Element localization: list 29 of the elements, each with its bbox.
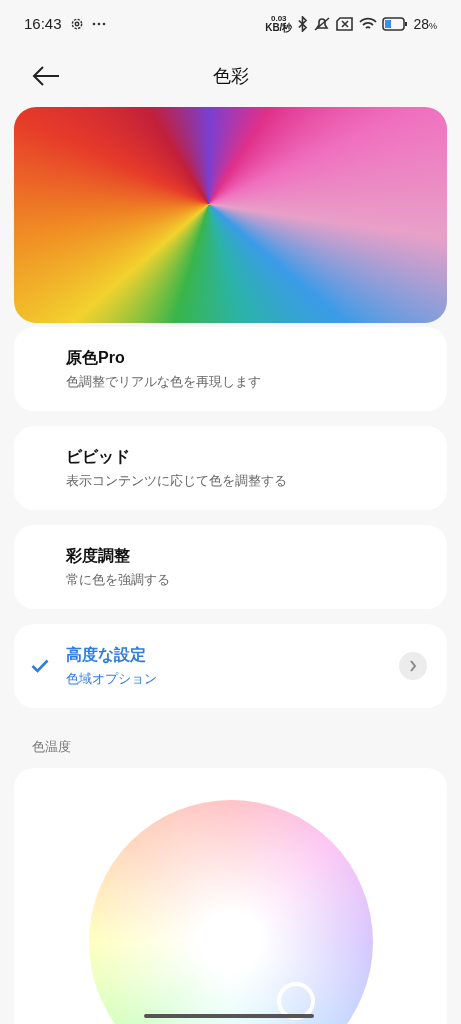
chevron-button[interactable] xyxy=(399,652,427,680)
option-subtitle: 表示コンテンツに応じて色を調整する xyxy=(66,472,288,491)
color-mode-option[interactable]: 原色Pro 色調整でリアルな色を再現します xyxy=(14,327,447,411)
color-mode-option[interactable]: 彩度調整 常に色を強調する xyxy=(14,525,447,609)
net-speed-value: 0.03 xyxy=(271,15,287,23)
muted-bell-icon xyxy=(313,16,332,32)
check-icon xyxy=(31,659,49,673)
no-sim-icon xyxy=(336,17,355,31)
page-title: 色彩 xyxy=(212,64,249,88)
option-title: 高度な設定 xyxy=(66,645,147,666)
color-mode-option[interactable]: 高度な設定 色域オプション xyxy=(14,624,447,708)
section-label: 色温度 xyxy=(32,739,71,754)
percent-sign: % xyxy=(429,20,437,33)
color-mode-option[interactable]: ビビッド 表示コンテンツに応じて色を調整する xyxy=(14,426,447,510)
option-title: 彩度調整 xyxy=(66,546,131,567)
option-title: 原色Pro xyxy=(66,348,126,369)
bluetooth-icon xyxy=(297,16,309,32)
wifi-icon xyxy=(359,17,378,31)
chevron-icon xyxy=(409,660,417,672)
option-subtitle: 常に色を強調する xyxy=(66,571,171,590)
status-time: 16:43 xyxy=(24,13,62,34)
option-title: ビビッド xyxy=(66,447,131,468)
battery-percent: 28 xyxy=(413,14,429,34)
option-subtitle: 色域オプション xyxy=(66,670,158,689)
more-icon xyxy=(91,22,106,26)
gear-icon xyxy=(69,17,84,31)
net-speed-unit: KB/秒 xyxy=(265,23,293,33)
option-subtitle: 色調整でリアルな色を再現します xyxy=(66,373,262,392)
battery-icon xyxy=(382,17,409,31)
